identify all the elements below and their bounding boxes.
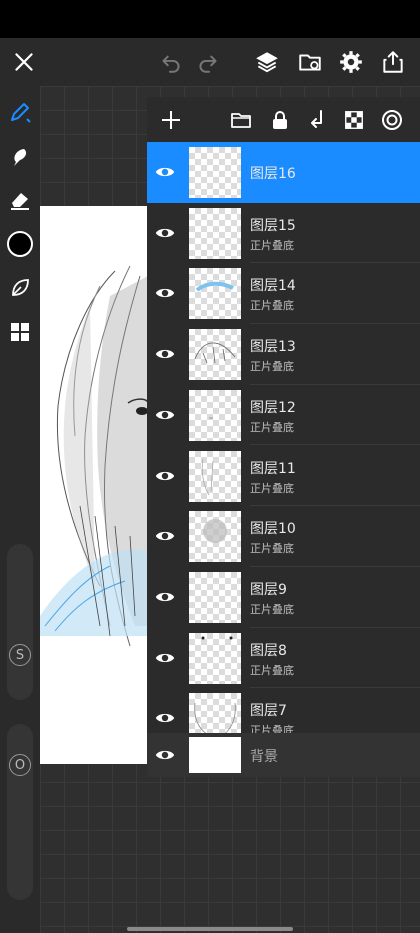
lock-icon[interactable] — [266, 106, 294, 134]
visibility-eye-icon[interactable] — [152, 280, 178, 306]
layer-row[interactable]: 图层11 正片叠底 — [147, 446, 420, 507]
layer-thumbnail — [189, 329, 241, 381]
blend-mode-label: 正片叠底 — [250, 238, 294, 252]
layer-name: 图层14 — [250, 278, 296, 295]
layer-row[interactable]: 图层15 正片叠底 — [147, 203, 420, 264]
share-icon[interactable] — [377, 46, 409, 78]
layer-name: 图层8 — [250, 642, 287, 659]
undo-icon[interactable] — [155, 46, 187, 78]
import-icon[interactable] — [294, 46, 326, 78]
layer-name: 图层15 — [250, 217, 296, 234]
smudge-icon[interactable] — [4, 140, 36, 172]
background-layer-row[interactable]: 背景 — [147, 733, 420, 777]
reference-icon[interactable] — [378, 106, 406, 134]
folder-icon[interactable] — [227, 106, 255, 134]
layer-thumbnail — [189, 737, 241, 773]
layer-row[interactable]: 图层10 正片叠底 — [147, 506, 420, 567]
opacity-slider-label: O — [14, 757, 26, 773]
layer-name: 图层7 — [250, 703, 287, 720]
eraser-icon[interactable] — [4, 184, 36, 216]
grid-icon[interactable] — [4, 316, 36, 348]
artboard[interactable] — [40, 206, 148, 764]
layer-row[interactable]: 图层9 正片叠底 — [147, 567, 420, 628]
layer-row[interactable]: 图层7 正片叠底 — [147, 688, 420, 734]
layers-panel: 图层16 图层15 正片叠底 图层14 正片叠底 图层13 正片叠底 图层12 … — [147, 97, 420, 777]
brush-opacity-slider[interactable]: O — [7, 724, 33, 900]
layer-thumbnail — [189, 571, 241, 623]
visibility-eye-icon[interactable] — [152, 341, 178, 367]
visibility-eye-icon[interactable] — [152, 402, 178, 428]
thumbnail-sketch — [195, 282, 234, 293]
blend-mode-label: 正片叠底 — [250, 299, 294, 313]
visibility-eye-icon[interactable] — [152, 584, 178, 610]
sketch-drawing — [40, 265, 148, 647]
layer-row[interactable]: 图层8 正片叠底 — [147, 628, 420, 689]
layer-row[interactable]: 图层14 正片叠底 — [147, 263, 420, 325]
top-toolbar — [0, 38, 420, 86]
layer-thumbnail — [189, 450, 241, 502]
thumbnail-sketch — [209, 417, 213, 419]
thumbnail-sketch — [201, 636, 233, 640]
thumbnail-sketch — [194, 703, 236, 734]
home-indicator — [127, 927, 293, 931]
layer-name: 图层13 — [250, 339, 296, 356]
thumbnail-sketch — [203, 519, 227, 544]
thumbnail-sketch — [194, 342, 236, 364]
layer-name: 图层12 — [250, 399, 296, 416]
layer-row[interactable]: 图层12 正片叠底 — [147, 385, 420, 446]
blend-mode-label: 正片叠底 — [250, 360, 294, 374]
layer-thumbnail — [189, 268, 241, 320]
blend-mode-label: 正片叠底 — [250, 420, 294, 434]
layers-toolbar — [147, 97, 420, 142]
visibility-eye-icon[interactable] — [152, 523, 178, 549]
close-icon[interactable] — [8, 46, 40, 78]
layer-row[interactable]: 图层16 — [147, 142, 420, 203]
background-layer-name: 背景 — [250, 749, 278, 765]
brush-size-slider[interactable]: S — [7, 544, 33, 700]
layers-icon[interactable] — [251, 46, 283, 78]
visibility-eye-icon[interactable] — [152, 645, 178, 671]
layer-thumbnail — [189, 511, 241, 563]
tool-sidebar: S O — [0, 86, 40, 933]
layer-name: 图层9 — [250, 581, 287, 598]
layer-thumbnail — [189, 147, 241, 198]
visibility-eye-icon[interactable] — [152, 220, 178, 246]
opacity-slider-knob[interactable]: O — [9, 754, 31, 776]
thumbnail-sketch — [201, 458, 214, 495]
layer-name: 图层16 — [250, 166, 296, 182]
layer-thumbnail — [189, 389, 241, 441]
blend-mode-label: 正片叠底 — [250, 724, 294, 734]
visibility-eye-icon[interactable] — [152, 705, 178, 731]
layer-row[interactable]: 图层13 正片叠底 — [147, 324, 420, 385]
blend-mode-label: 正片叠底 — [250, 602, 294, 616]
blend-mode-label: 正片叠底 — [250, 481, 294, 495]
leaf-icon[interactable] — [4, 272, 36, 304]
color-swatch[interactable] — [4, 228, 36, 260]
brush-icon[interactable] — [4, 96, 36, 128]
visibility-eye-icon[interactable] — [152, 463, 178, 489]
layer-thumbnail — [189, 632, 241, 684]
layer-name: 图层10 — [250, 521, 296, 538]
visibility-eye-icon[interactable] — [152, 159, 178, 185]
size-slider-label: S — [15, 647, 25, 663]
redo-icon[interactable] — [192, 46, 224, 78]
status-bar — [0, 0, 420, 38]
visibility-eye-icon[interactable] — [152, 742, 178, 768]
blend-mode-label: 正片叠底 — [250, 663, 294, 677]
size-slider-knob[interactable]: S — [9, 644, 31, 666]
settings-icon[interactable] — [335, 46, 367, 78]
layer-thumbnail — [189, 207, 241, 259]
layer-name: 图层11 — [250, 460, 296, 477]
checkerboard-icon[interactable] — [340, 106, 368, 134]
merge-down-icon[interactable] — [304, 106, 332, 134]
blend-mode-label: 正片叠底 — [250, 542, 294, 556]
layer-thumbnail — [189, 693, 241, 734]
add-layer-icon[interactable] — [157, 106, 185, 134]
